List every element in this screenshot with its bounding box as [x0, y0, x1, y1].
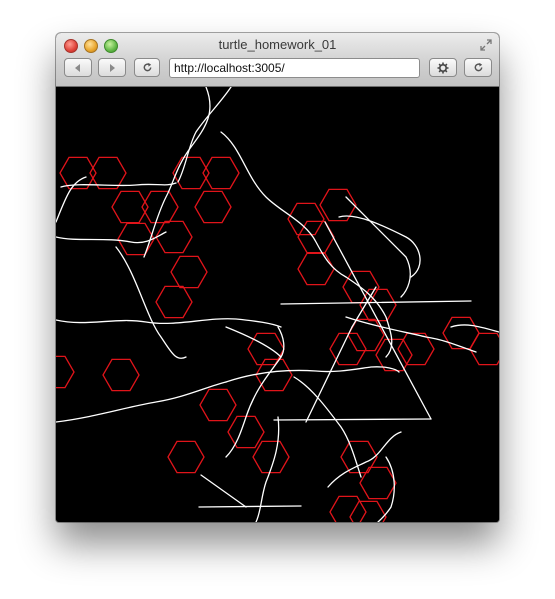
back-button[interactable]: [64, 58, 92, 77]
fullscreen-icon[interactable]: [479, 38, 493, 52]
browser-window: turtle_homework_01 http://localhost:3005…: [56, 33, 499, 522]
back-arrow-icon: [75, 63, 80, 72]
forward-arrow-icon: [110, 63, 115, 72]
turtle-hexagon: [155, 220, 193, 254]
turtle-hexagon: [56, 355, 75, 389]
turtle-path: [220, 131, 347, 278]
turtle-path: [225, 326, 285, 458]
turtle-path: [143, 87, 211, 258]
turtle-canvas[interactable]: [56, 87, 499, 522]
turtle-hexagon: [170, 255, 208, 289]
turtle-path: [338, 215, 421, 278]
turtle-path: [177, 87, 232, 183]
turtle-drawing: [56, 87, 499, 522]
reload-button[interactable]: [134, 58, 160, 77]
reload-page-button[interactable]: [464, 58, 492, 77]
turtle-hexagon: [375, 338, 413, 372]
turtle-path: [56, 176, 87, 223]
turtle-path: [293, 376, 362, 478]
turtle-hexagon: [194, 190, 232, 224]
turtle-path: [225, 326, 282, 358]
turtle-path: [345, 196, 411, 298]
turtle-path: [345, 316, 477, 353]
turtle-line: [200, 474, 247, 508]
title-bar: turtle_homework_01 http://localhost:3005…: [56, 33, 499, 87]
settings-button[interactable]: [429, 58, 457, 77]
turtle-path: [56, 381, 227, 423]
turtle-hexagon: [329, 495, 367, 522]
turtle-hexagon: [199, 388, 237, 422]
turtle-hexagon: [102, 358, 140, 392]
turtle-path: [225, 366, 400, 383]
turtle-line: [273, 418, 432, 421]
turtle-path: [327, 431, 402, 488]
forward-button[interactable]: [98, 58, 126, 77]
turtle-line: [305, 326, 353, 423]
reload-icon: [143, 62, 151, 72]
turtle-path: [56, 318, 282, 328]
turtle-hexagon: [155, 285, 193, 319]
turtle-hexagon: [287, 202, 325, 236]
turtle-hexagon: [297, 252, 335, 286]
window-title: turtle_homework_01: [218, 37, 337, 52]
turtle-line: [324, 221, 432, 420]
reload-icon: [474, 62, 482, 72]
turtle-line: [198, 505, 302, 508]
turtle-path: [450, 324, 499, 333]
turtle-hexagon: [469, 332, 499, 366]
gear-icon: [437, 62, 449, 73]
turtle-hexagon: [167, 440, 205, 474]
turtle-hexagon: [117, 222, 155, 256]
turtle-hexagon: [227, 415, 265, 449]
address-bar[interactable]: http://localhost:3005/: [169, 58, 420, 78]
url-text: http://localhost:3005/: [174, 61, 285, 75]
